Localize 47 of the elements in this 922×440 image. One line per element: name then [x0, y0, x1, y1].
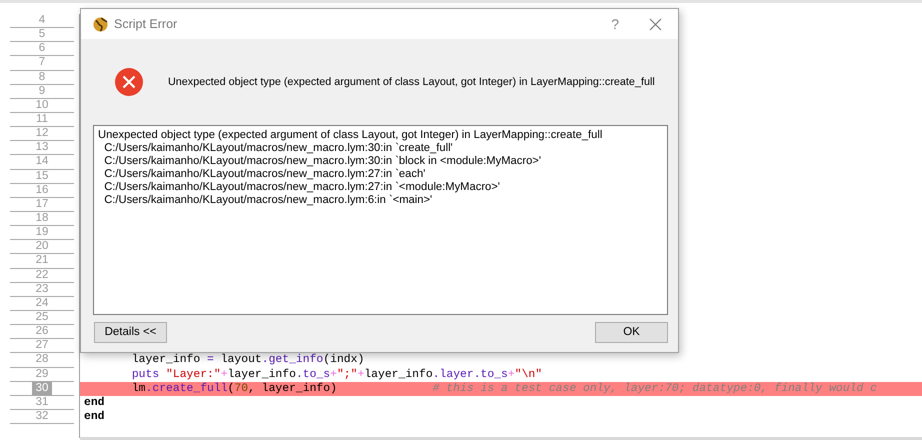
- traceback-line: C:/Users/kaimanho/KLayout/macros/new_macro.lym:6:in `<main>': [103, 194, 434, 207]
- error-icon: [114, 67, 144, 97]
- line-number: 21: [34, 254, 50, 268]
- code-line: end: [83, 410, 106, 424]
- line-number: 19: [34, 226, 50, 240]
- line-number: 11: [35, 112, 49, 126]
- line-number: 8: [38, 70, 46, 84]
- line-number: 13: [34, 141, 50, 154]
- code-line: puts "Layer:"+layer_info.to_s+";"+layer_info.layer.to_s+"\n": [130, 368, 544, 382]
- ok-button[interactable]: OK: [595, 322, 668, 343]
- line-number: 17: [34, 198, 50, 211]
- line-number: 23: [34, 282, 50, 296]
- traceback-line: C:/Users/kaimanho/KLayout/macros/new_macro.lym:30:in `create_full': [103, 142, 454, 155]
- line-number: 6: [38, 42, 46, 56]
- line-number: 4: [38, 14, 46, 27]
- line-number: 31: [34, 396, 50, 409]
- line-number: 26: [34, 325, 50, 338]
- traceback-line: C:/Users/kaimanho/KLayout/macros/new_macro.lym:27:in `each': [103, 168, 426, 181]
- line-number: 27: [34, 339, 50, 352]
- line-number: 9: [38, 84, 46, 98]
- line-number: 24: [34, 296, 50, 310]
- globe-icon: [93, 16, 108, 32]
- line-number: 16: [34, 184, 50, 197]
- traceback-line: C:/Users/kaimanho/KLayout/macros/new_macro.lym:30:in `block in <module:MyMacro>': [103, 155, 542, 168]
- line-number: 12: [34, 127, 50, 140]
- line-number: 22: [34, 268, 50, 282]
- line-number: 30: [32, 382, 52, 395]
- details-button[interactable]: Details <<: [94, 322, 167, 343]
- line-number: 14: [34, 155, 50, 168]
- code-line: end: [83, 396, 106, 410]
- window-title: Script Error: [114, 16, 178, 33]
- traceback-line: Unexpected object type (expected argument of class Layout, got Integer) in LayerMapping::create_full: [98, 129, 604, 142]
- traceback-line: C:/Users/kaimanho/KLayout/macros/new_macro.lym:27:in `<module:MyMacro>': [103, 181, 501, 194]
- close-icon: [649, 18, 662, 30]
- line-number: 7: [38, 56, 46, 70]
- line-number: 10: [34, 98, 50, 112]
- help-button[interactable]: ?: [605, 14, 625, 34]
- line-number: 32: [34, 410, 50, 423]
- code-line: layer_info = layout.get_info(indx): [130, 353, 366, 368]
- line-number: 15: [34, 170, 50, 183]
- line-number: 25: [34, 310, 50, 324]
- line-number: 29: [34, 368, 50, 381]
- line-number: 18: [34, 212, 50, 225]
- line-number: 20: [34, 240, 50, 254]
- line-number: 5: [38, 28, 46, 42]
- error-message: Unexpected object type (expected argument of class Layout, got Integer) in LayerMapping::create_full: [168, 74, 655, 90]
- line-number: 28: [34, 353, 50, 366]
